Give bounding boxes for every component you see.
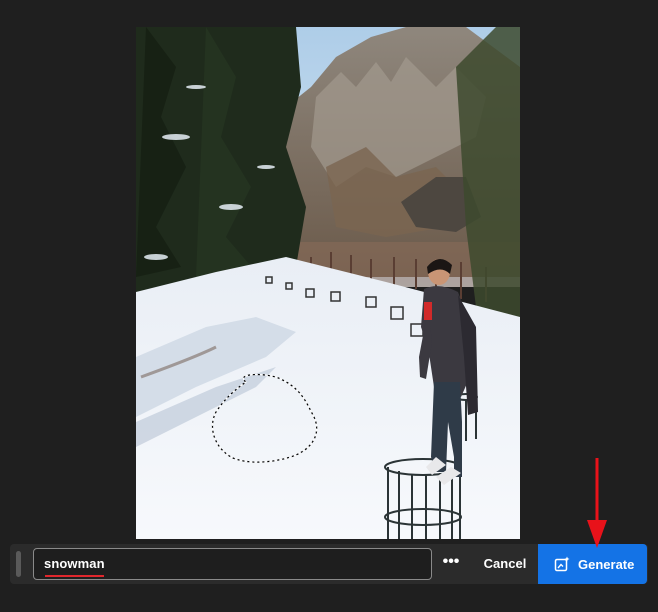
spellcheck-underline [45,575,104,577]
contextual-task-bar: snowman ••• Cancel Generate [10,544,648,584]
cancel-button[interactable]: Cancel [472,553,538,575]
more-options-button[interactable]: ••• [440,553,462,575]
drag-handle[interactable] [16,551,21,577]
prompt-input[interactable]: snowman [33,548,432,580]
generate-label: Generate [578,557,635,572]
annotation-arrow-icon [586,458,608,555]
canvas-photo[interactable] [136,27,520,539]
generative-fill-icon [554,556,570,575]
photo-scene [136,27,520,539]
prompt-value[interactable]: snowman [44,556,105,571]
